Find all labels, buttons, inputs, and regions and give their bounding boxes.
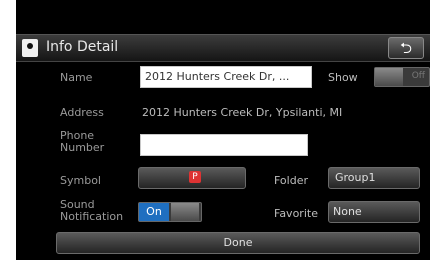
sound-label-line2: Notification — [60, 210, 124, 223]
show-label: Show — [328, 71, 358, 84]
folder-button[interactable]: Group1 — [328, 167, 420, 189]
info-icon — [22, 39, 38, 57]
done-button[interactable]: Done — [56, 232, 420, 254]
show-toggle-knob — [375, 68, 403, 86]
symbol-label: Symbol — [60, 174, 101, 187]
name-label: Name — [60, 71, 93, 84]
info-detail-screen: Info Detail ⮌ Name 2012 Hunters Creek Dr… — [16, 0, 430, 260]
sound-toggle-state: On — [139, 203, 169, 221]
show-toggle[interactable]: Off — [374, 67, 430, 87]
favorite-button[interactable]: None — [328, 201, 420, 223]
phone-number-field[interactable] — [140, 134, 308, 156]
back-button[interactable]: ⮌ — [388, 37, 424, 59]
page-title: Info Detail — [46, 39, 119, 55]
address-value: 2012 Hunters Creek Dr, Ypsilanti, MI — [142, 106, 343, 119]
name-field[interactable]: 2012 Hunters Creek Dr, ... — [140, 66, 312, 88]
return-arrow-icon: ⮌ — [399, 39, 412, 57]
folder-label: Folder — [274, 174, 308, 187]
title-bar: Info Detail ⮌ — [16, 34, 430, 62]
sound-toggle-knob — [171, 203, 199, 221]
map-pin-icon: P — [189, 171, 201, 183]
favorite-label: Favorite — [274, 207, 318, 220]
symbol-button[interactable]: P — [138, 167, 246, 189]
phone-label-line2: Number — [60, 141, 105, 154]
sound-notification-toggle[interactable]: On — [138, 202, 202, 222]
address-label: Address — [60, 106, 104, 119]
show-toggle-state: Off — [411, 71, 425, 81]
